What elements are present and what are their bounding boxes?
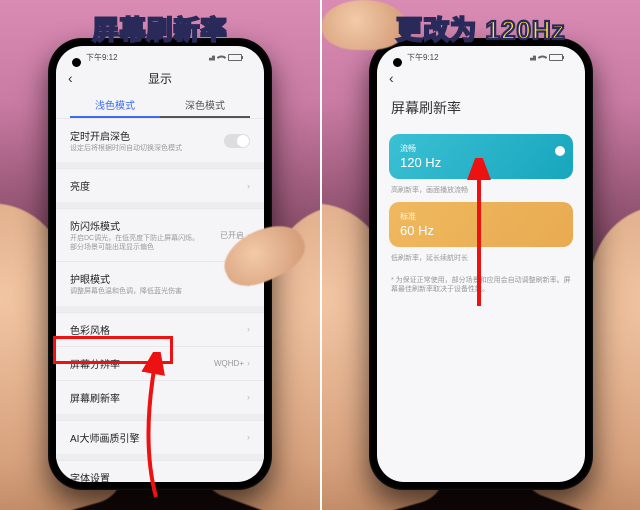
wifi-icon (538, 52, 548, 62)
chevron-right-icon: › (247, 477, 250, 482)
selected-icon (555, 146, 565, 156)
tab-dark-mode[interactable]: 深色模式 (160, 93, 250, 118)
back-icon[interactable]: ‹ (68, 70, 73, 86)
status-bar: 下午9:12 (377, 46, 585, 68)
chevron-right-icon: › (247, 358, 250, 368)
signal-icon (206, 54, 215, 61)
chevron-right-icon: › (247, 181, 250, 191)
tab-light-mode[interactable]: 浅色模式 (70, 93, 160, 118)
back-icon[interactable]: ‹ (389, 70, 394, 86)
chevron-right-icon: › (247, 324, 250, 334)
chevron-right-icon: › (247, 392, 250, 402)
page-title: 屏幕刷新率 (377, 90, 585, 128)
battery-icon (549, 54, 563, 61)
caption-right: 更改为 120Hz (396, 10, 565, 47)
signal-icon (527, 54, 536, 61)
wifi-icon (217, 52, 227, 62)
annotation-arrow (464, 158, 494, 308)
toggle-timed-dark[interactable] (224, 134, 250, 148)
caption-left: 屏幕刷新率 (92, 10, 227, 47)
chevron-right-icon: › (247, 432, 250, 442)
row-brightness[interactable]: 亮度 › (56, 168, 264, 202)
battery-icon (228, 54, 242, 61)
status-time: 下午9:12 (86, 52, 118, 63)
status-time: 下午9:12 (407, 52, 439, 63)
punch-hole-camera (72, 58, 81, 67)
punch-hole-camera (393, 58, 402, 67)
status-bar: 下午9:12 (56, 46, 264, 68)
page-title: ‹ 显示 (56, 68, 264, 93)
annotation-arrow (136, 352, 176, 502)
row-timed-dark[interactable]: 定时开启深色 设定后将根据时间自动切换深色模式 (56, 118, 264, 162)
